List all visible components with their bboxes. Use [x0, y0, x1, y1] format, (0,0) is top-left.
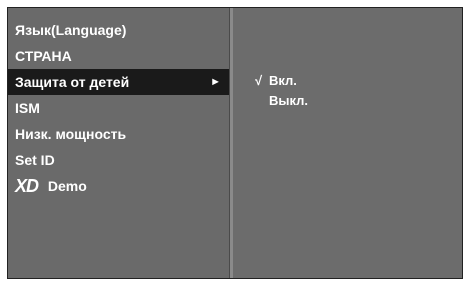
menu-item-label: СТРАНА — [15, 48, 72, 64]
menu-item-country[interactable]: СТРАНА — [8, 43, 229, 69]
menu-item-ism[interactable]: ISM — [8, 95, 229, 121]
menu-item-child-lock[interactable]: Защита от детей ► — [8, 69, 229, 95]
submenu-panel: √ Вкл. Выкл. — [233, 8, 462, 278]
menu-item-label: Защита от детей — [15, 74, 130, 90]
menu-item-low-power[interactable]: Низк. мощность — [8, 121, 229, 147]
menu-item-language[interactable]: Язык(Language) — [8, 17, 229, 43]
menu-item-label: Низк. мощность — [15, 126, 127, 142]
option-label: Вкл. — [269, 73, 297, 88]
menu-item-set-id[interactable]: Set ID — [8, 147, 229, 173]
check-mark-icon: √ — [255, 73, 263, 88]
option-off[interactable]: Выкл. — [255, 91, 308, 111]
option-label: Выкл. — [269, 93, 309, 108]
osd-menu: Язык(Language) СТРАНА Защита от детей ► … — [7, 7, 463, 279]
menu-item-xd-demo[interactable]: XD Demo — [8, 173, 229, 199]
xd-logo: XD — [15, 176, 39, 196]
main-menu: Язык(Language) СТРАНА Защита от детей ► … — [8, 17, 229, 199]
menu-item-label: Set ID — [15, 152, 55, 168]
submenu-options: √ Вкл. Выкл. — [255, 71, 308, 111]
option-on[interactable]: √ Вкл. — [255, 71, 308, 91]
menu-item-label: Язык(Language) — [15, 22, 127, 38]
arrow-right-icon: ► — [210, 76, 221, 88]
main-menu-panel: Язык(Language) СТРАНА Защита от детей ► … — [8, 8, 229, 278]
menu-item-label: Demo — [47, 178, 87, 194]
menu-item-label: ISM — [15, 100, 40, 116]
